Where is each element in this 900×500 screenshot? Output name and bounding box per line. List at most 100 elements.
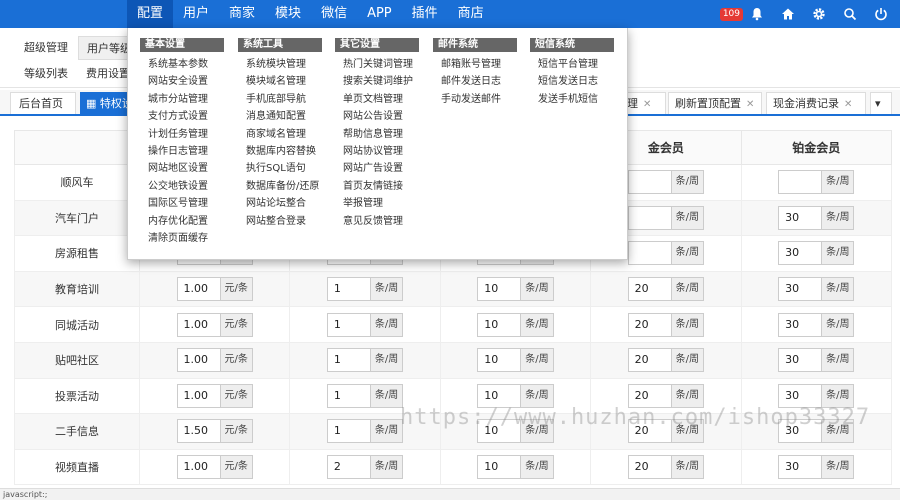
menu-merchants[interactable]: 商家 <box>219 0 265 28</box>
fee-input[interactable]: 1 <box>328 278 370 300</box>
dropdown-item[interactable]: 消息通知配置 <box>238 108 322 125</box>
tab-cash-records[interactable]: 现金消费记录 ✕ <box>766 92 866 114</box>
dropdown-item[interactable]: 国际区号管理 <box>140 195 224 212</box>
dropdown-item[interactable]: 帮助信息管理 <box>335 126 419 143</box>
dropdown-item[interactable]: 模块域名管理 <box>238 73 322 90</box>
dropdown-item[interactable]: 短信平台管理 <box>530 56 614 73</box>
fee-input[interactable]: 30 <box>779 314 821 336</box>
fee-input[interactable]: 30 <box>779 349 821 371</box>
fee-input[interactable]: 30 <box>779 385 821 407</box>
fee-input[interactable]: 20 <box>629 278 671 300</box>
fee-input[interactable]: 30 <box>779 207 821 229</box>
menu-plugins[interactable]: 插件 <box>402 0 448 28</box>
fee-input[interactable]: 1.00 <box>178 278 220 300</box>
dropdown-item[interactable]: 系统模块管理 <box>238 56 322 73</box>
dropdown-item[interactable]: 邮件发送日志 <box>433 73 517 90</box>
fee-input[interactable]: 30 <box>779 278 821 300</box>
dropdown-item[interactable]: 清除页面缓存 <box>140 230 224 247</box>
fee-input[interactable]: 10 <box>478 349 520 371</box>
search-icon[interactable] <box>839 0 861 28</box>
dropdown-item[interactable]: 网站广告设置 <box>335 160 419 177</box>
dropdown-item[interactable]: 系统基本参数 <box>140 56 224 73</box>
menu-users[interactable]: 用户 <box>173 0 219 28</box>
dropdown-item[interactable]: 单页文档管理 <box>335 91 419 108</box>
dropdown-item[interactable]: 公交地铁设置 <box>140 178 224 195</box>
dropdown-item[interactable]: 网站论坛整合 <box>238 195 322 212</box>
fee-input[interactable]: 10 <box>478 278 520 300</box>
dropdown-item[interactable]: 执行SQL语句 <box>238 160 322 177</box>
close-icon[interactable]: ✕ <box>844 99 852 110</box>
fee-input[interactable]: 20 <box>629 314 671 336</box>
power-icon[interactable] <box>870 0 892 28</box>
menu-store[interactable]: 商店 <box>448 0 494 28</box>
subnav-level-list[interactable]: 等级列表 <box>16 62 76 84</box>
dropdown-item[interactable]: 手机底部导航 <box>238 91 322 108</box>
menu-app[interactable]: APP <box>357 0 402 28</box>
fee-input[interactable]: 10 <box>478 314 520 336</box>
dropdown-item[interactable]: 计划任务管理 <box>140 126 224 143</box>
fee-input[interactable]: 10 <box>478 385 520 407</box>
fee-input[interactable]: 1 <box>328 385 370 407</box>
fee-input[interactable]: 20 <box>629 349 671 371</box>
fee-input[interactable] <box>779 171 821 193</box>
tab-privilege-settings[interactable]: ▦ 特权设 <box>80 92 128 114</box>
dropdown-item[interactable]: 支付方式设置 <box>140 108 224 125</box>
fee-input[interactable]: 1.50 <box>178 420 220 442</box>
dropdown-item[interactable]: 商家域名管理 <box>238 126 322 143</box>
fee-input[interactable]: 2 <box>328 456 370 478</box>
dropdown-item[interactable]: 网站地区设置 <box>140 160 224 177</box>
fee-input[interactable] <box>629 242 671 264</box>
fee-input[interactable]: 1.00 <box>178 314 220 336</box>
tab-overflow-button[interactable]: ▾ <box>870 92 892 114</box>
fee-input[interactable]: 20 <box>629 456 671 478</box>
dropdown-item[interactable]: 数据库备份/还原 <box>238 178 322 195</box>
unit-label: 条/周 <box>369 349 403 372</box>
close-icon[interactable]: ✕ <box>746 99 754 110</box>
menu-config[interactable]: 配置 <box>127 0 174 28</box>
status-bar: javascript:; <box>0 488 900 500</box>
dropdown-item[interactable]: 操作日志管理 <box>140 143 224 160</box>
fee-input[interactable]: 1 <box>328 420 370 442</box>
home-icon[interactable] <box>777 0 799 28</box>
fee-input[interactable]: 30 <box>779 456 821 478</box>
dropdown-item[interactable]: 内存优化配置 <box>140 213 224 230</box>
gear-icon[interactable] <box>808 0 830 28</box>
unit-label: 条/周 <box>520 456 553 479</box>
fee-input[interactable]: 1 <box>328 349 370 371</box>
dropdown-item[interactable]: 邮箱账号管理 <box>433 56 517 73</box>
dropdown-item[interactable]: 搜索关键词维护 <box>335 73 419 90</box>
dropdown-item[interactable]: 网站协议管理 <box>335 143 419 160</box>
menu-wechat[interactable]: 微信 <box>311 0 357 28</box>
close-icon[interactable]: ✕ <box>643 99 651 110</box>
unit-label: 条/周 <box>670 349 704 372</box>
subnav-super-admin[interactable]: 超级管理 <box>16 36 76 60</box>
fee-input[interactable]: 20 <box>629 385 671 407</box>
dropdown-item[interactable]: 手动发送邮件 <box>433 91 517 108</box>
fee-input[interactable]: 30 <box>779 242 821 264</box>
fee-input[interactable]: 1.00 <box>178 456 220 478</box>
fee-input[interactable] <box>629 207 671 229</box>
dropdown-item[interactable]: 意见反馈管理 <box>335 213 419 230</box>
fee-input[interactable]: 1.00 <box>178 349 220 371</box>
dropdown-item[interactable]: 数据库内容替换 <box>238 143 322 160</box>
bell-icon[interactable] <box>746 0 768 28</box>
unit-label: 条/周 <box>821 171 854 194</box>
dropdown-item[interactable]: 短信发送日志 <box>530 73 614 90</box>
tab-refresh-top-config[interactable]: 刷新置顶配置 ✕ <box>668 92 762 114</box>
dropdown-item[interactable]: 网站整合登录 <box>238 213 322 230</box>
tab-dashboard[interactable]: 后台首页 <box>10 92 76 114</box>
menu-modules[interactable]: 模块 <box>265 0 311 28</box>
fee-input-group: 1.00 元/条 <box>176 383 253 408</box>
tab-management[interactable]: 理 ✕ <box>622 92 666 114</box>
dropdown-item[interactable]: 城市分站管理 <box>140 91 224 108</box>
dropdown-item[interactable]: 网站安全设置 <box>140 73 224 90</box>
fee-input[interactable]: 1 <box>328 314 370 336</box>
dropdown-item[interactable]: 发送手机短信 <box>530 91 614 108</box>
dropdown-item[interactable]: 热门关键词管理 <box>335 56 419 73</box>
dropdown-item[interactable]: 举报管理 <box>335 195 419 212</box>
dropdown-item[interactable]: 网站公告设置 <box>335 108 419 125</box>
fee-input[interactable] <box>629 171 671 193</box>
fee-input[interactable]: 10 <box>478 456 520 478</box>
fee-input[interactable]: 1.00 <box>178 385 220 407</box>
dropdown-item[interactable]: 首页友情链接 <box>335 178 419 195</box>
